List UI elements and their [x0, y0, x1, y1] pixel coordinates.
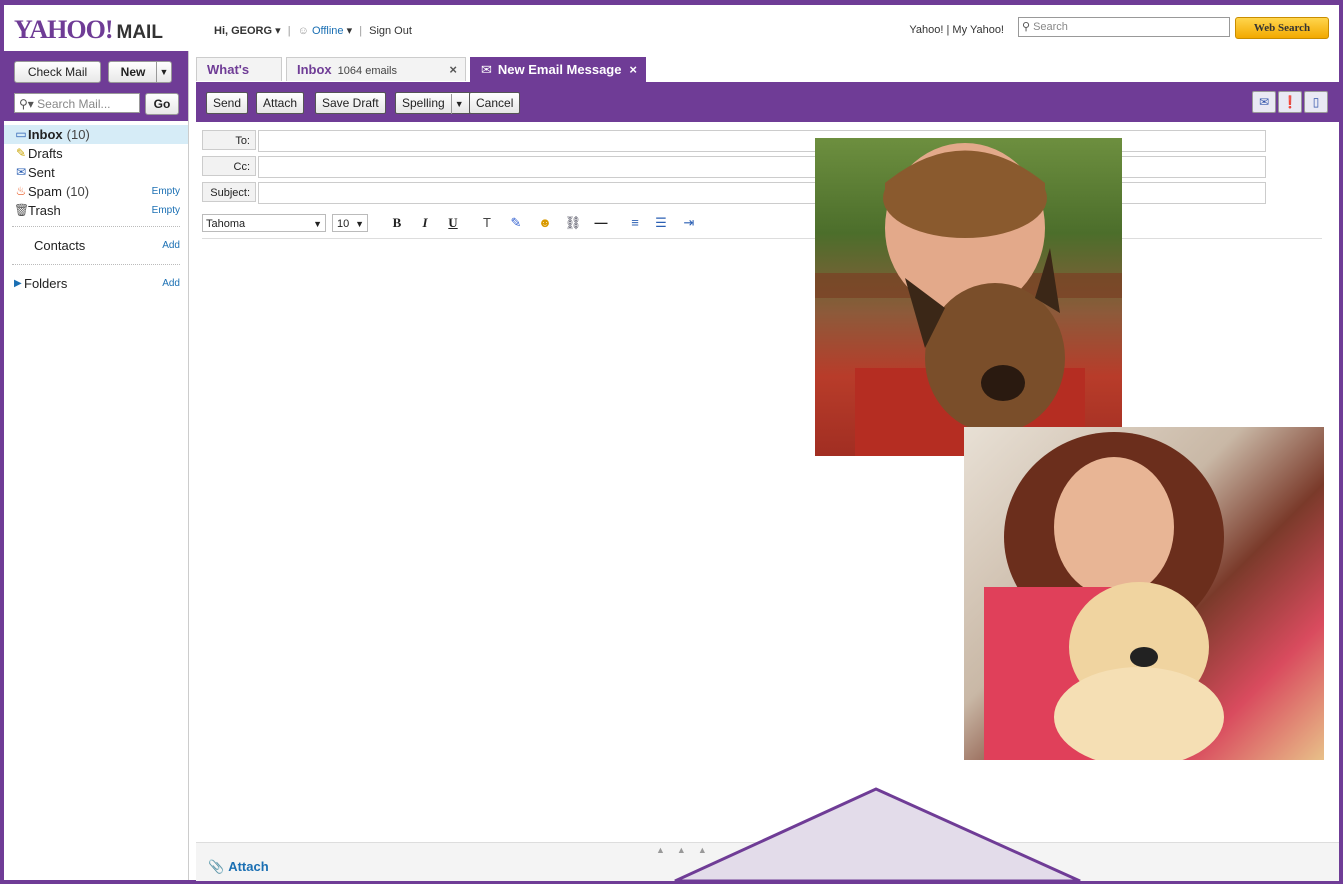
go-button[interactable]: Go	[145, 93, 179, 115]
sidebar-item-folders[interactable]: ▶ Folders Add	[4, 272, 188, 296]
close-icon[interactable]: ×	[629, 58, 637, 82]
highlight-icon[interactable]: ✎	[507, 214, 525, 232]
chevron-down-icon: ▼	[313, 219, 322, 229]
tab-new-email-message[interactable]: ✉ New Email Message ×	[470, 57, 646, 82]
mobile-icon[interactable]: ▯	[1304, 91, 1328, 113]
sidebar-item-sent[interactable]: ✉ Sent	[4, 163, 188, 182]
empty-trash-link[interactable]: Empty	[152, 201, 180, 220]
text-color-icon[interactable]: T	[478, 214, 496, 232]
to-label: To:	[202, 130, 256, 150]
check-mail-button[interactable]: Check Mail	[14, 61, 101, 83]
tab-bar: What's New Inbox1064 emails × ✉New Email…	[192, 51, 1339, 101]
web-search-input[interactable]: ⚲ Search	[1018, 17, 1230, 37]
envelope-icon: ✉	[481, 62, 492, 77]
format-toolbar: Tahoma ▼ 10 ▼ B I U T ✎ ☻ ⛓ — ≡ ☰ ⇥	[202, 212, 1322, 239]
cancel-button[interactable]: Cancel	[469, 92, 521, 114]
font-size-select[interactable]: 10 ▼	[332, 214, 368, 232]
message-icon[interactable]: ❗	[1278, 91, 1302, 113]
sent-icon: ✉	[15, 165, 27, 179]
email-icon[interactable]: ✉	[1252, 91, 1276, 113]
folder-list: ▭ Inbox (10) ✎ Drafts ✉ Sent ♨ Spam (10) E…	[4, 125, 188, 296]
inbox-icon: ▭	[15, 127, 27, 141]
underline-button[interactable]: U	[444, 214, 462, 232]
list-icon[interactable]: ☰	[652, 214, 670, 232]
search-icon: ⚲▾	[19, 97, 34, 111]
status-toggle[interactable]: Offline	[312, 25, 344, 37]
paperclip-icon: 📎	[208, 859, 225, 874]
search-mail-input[interactable]: ⚲▾ Search Mail...	[14, 93, 140, 113]
italic-button[interactable]: I	[416, 214, 434, 232]
font-family-select[interactable]: Tahoma ▼	[202, 214, 326, 232]
photo-girl-with-puppy	[964, 427, 1324, 760]
spelling-button[interactable]: Spelling ▼	[395, 92, 471, 114]
chevron-down-icon[interactable]: ▾	[347, 25, 353, 37]
close-icon[interactable]: ×	[449, 58, 457, 82]
chevron-down-icon[interactable]: ▾	[275, 25, 281, 37]
chevron-down-icon: ▼	[355, 219, 364, 229]
add-folder-link[interactable]: Add	[162, 272, 180, 296]
sidebar-item-spam[interactable]: ♨ Spam (10) Empty	[4, 182, 188, 201]
drafts-icon: ✎	[15, 146, 27, 160]
top-header: YAHOO! MAIL Hi, GEORG ▾ | ☺ Offline ▾ | S…	[4, 5, 1339, 51]
web-search-button[interactable]: Web Search	[1235, 17, 1329, 39]
sidebar-item-drafts[interactable]: ✎ Drafts	[4, 144, 188, 163]
chevron-right-icon[interactable]: ▶	[14, 272, 22, 296]
yahoo-links[interactable]: Yahoo! | My Yahoo!	[909, 24, 1004, 36]
new-button[interactable]: New ▼	[108, 61, 172, 83]
logo-mail-text: MAIL	[116, 22, 163, 43]
sidebar-item-inbox[interactable]: ▭ Inbox (10)	[4, 125, 188, 144]
tab-whats-new[interactable]: What's New	[196, 57, 282, 101]
left-sidebar: Check Mail New ▼ ⚲▾ Search Mail... Go ▭ …	[4, 51, 189, 880]
attach-button[interactable]: Attach	[256, 92, 305, 114]
align-icon[interactable]: ≡	[626, 214, 644, 232]
callout-shape	[674, 787, 1081, 881]
save-draft-button[interactable]: Save Draft	[315, 92, 386, 114]
horizontal-rule-icon[interactable]: —	[592, 214, 610, 232]
cc-label: Cc:	[202, 156, 256, 176]
send-button[interactable]: Send	[206, 92, 249, 114]
divider	[12, 264, 180, 266]
status-icon: ☺	[297, 25, 309, 37]
add-contact-link[interactable]: Add	[162, 234, 180, 258]
subject-label: Subject:	[202, 182, 256, 202]
indent-icon[interactable]: ⇥	[680, 214, 698, 232]
logo-text: YAHOO!	[14, 15, 113, 44]
compose-toolbar: Send Attach Save Draft Spelling ▼ Cancel …	[196, 82, 1339, 122]
chevron-down-icon[interactable]: ▼	[450, 94, 464, 114]
empty-spam-link[interactable]: Empty	[152, 182, 180, 201]
sidebar-item-trash[interactable]: 🗑 Trash Empty	[4, 201, 188, 220]
divider	[12, 226, 180, 228]
photo-boy-with-dog	[815, 138, 1122, 456]
emoticon-icon[interactable]: ☻	[536, 214, 554, 232]
sidebar-actions: Check Mail New ▼ ⚲▾ Search Mail... Go	[4, 51, 188, 121]
greeting-text[interactable]: Hi, GEORG	[214, 25, 272, 37]
yahoo-mail-logo[interactable]: YAHOO! MAIL	[14, 15, 163, 45]
sign-out-link[interactable]: Sign Out	[369, 25, 412, 37]
spam-icon: ♨	[15, 184, 27, 198]
sidebar-item-contacts[interactable]: Contacts Add	[4, 234, 188, 258]
trash-icon: 🗑	[14, 203, 30, 217]
greeting-bar: Hi, GEORG ▾ | ☺ Offline ▾ | Sign Out	[214, 25, 412, 37]
chevron-down-icon[interactable]: ▼	[156, 62, 171, 82]
attach-link[interactable]: 📎 Attach	[208, 859, 269, 875]
tab-inbox[interactable]: Inbox 1064 emails ×	[286, 57, 466, 81]
search-icon: ⚲	[1022, 21, 1031, 33]
bold-button[interactable]: B	[388, 214, 406, 232]
link-icon[interactable]: ⛓	[564, 214, 582, 232]
